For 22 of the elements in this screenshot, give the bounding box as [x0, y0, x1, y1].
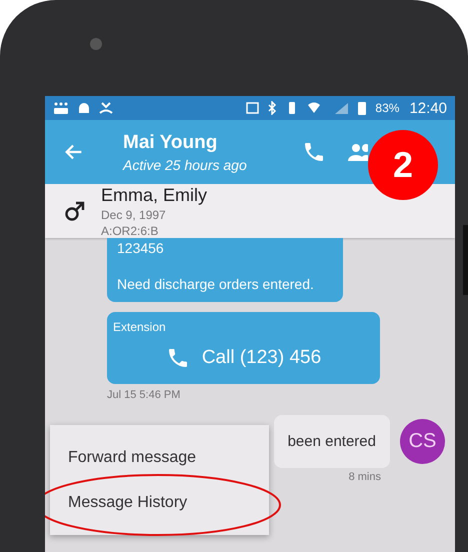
- avatar: CS: [400, 419, 445, 464]
- menu-item[interactable]: Forward message: [50, 435, 269, 480]
- extension-label: Extension: [113, 320, 167, 334]
- battery-percentage: 83%: [375, 101, 400, 115]
- phone-icon[interactable]: [302, 140, 326, 164]
- active-status: Active 25 hours ago: [123, 156, 248, 172]
- message-text: been entered: [288, 433, 376, 450]
- missed-call-icon: [99, 101, 113, 115]
- battery-icon: [357, 101, 368, 115]
- message-text: 123456: [117, 240, 165, 256]
- contact-name: Mai Young: [123, 132, 218, 154]
- clock: 12:40: [409, 100, 447, 116]
- camera-icon: [90, 38, 102, 50]
- message-time: Jul 15 5:46 PM: [107, 389, 182, 401]
- message-time: 8 mins: [348, 471, 381, 483]
- bluetooth-icon: [267, 101, 278, 115]
- wifi-icon: [307, 101, 322, 115]
- patient-name: Emma, Emily: [101, 184, 208, 206]
- message-text: Need discharge orders entered.: [117, 276, 315, 292]
- location-code: A:OR2:6:B: [101, 224, 160, 238]
- male-symbol-icon: [63, 199, 87, 223]
- birth-date: Dec 9, 1997: [101, 208, 167, 222]
